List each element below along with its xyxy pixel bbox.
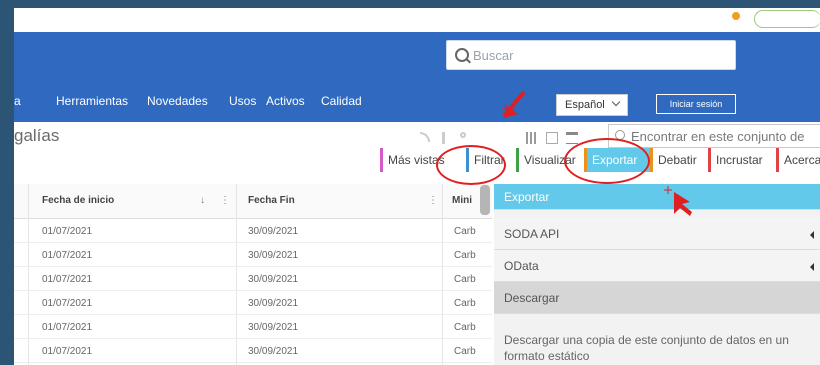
soda-api-item[interactable]: SODA API <box>494 218 820 250</box>
cell-start: 01/07/2021 <box>42 274 93 285</box>
cell-mini: Carb <box>454 298 476 309</box>
odata-item[interactable]: OData <box>494 250 820 282</box>
top-strip <box>14 8 820 33</box>
tab-incrustar[interactable]: Incrustar <box>708 148 776 172</box>
annotation-cursor-icon <box>502 90 526 118</box>
nav-item-calidad[interactable]: Calidad <box>321 94 362 108</box>
cell-end: 30/09/2021 <box>248 346 299 357</box>
table-row[interactable]: 01/07/2021 30/09/2021 Carb <box>14 220 492 243</box>
rss-icon[interactable] <box>420 132 430 142</box>
table-scrollbar[interactable] <box>480 185 490 215</box>
cell-start: 01/07/2021 <box>42 322 93 333</box>
card-view-icon[interactable] <box>566 132 578 144</box>
search-icon <box>455 48 469 62</box>
notification-icon[interactable] <box>732 12 740 20</box>
language-select[interactable]: Español <box>556 94 628 116</box>
table-row[interactable]: 01/07/2021 30/09/2021 Carb <box>14 268 492 291</box>
cell-end: 30/09/2021 <box>248 226 299 237</box>
data-table: Fecha de inicio ↓ ⋮ Fecha Fin ⋮ Mini 01/… <box>14 184 492 365</box>
annotation-circle-filtrar <box>436 145 506 185</box>
chevron-left-icon <box>810 263 814 271</box>
table-row[interactable]: 01/07/2021 30/09/2021 Carb <box>14 292 492 315</box>
find-in-dataset-input[interactable]: Encontrar en este conjunto de <box>608 124 820 148</box>
export-panel-title: Exportar <box>494 184 820 210</box>
top-pill <box>754 10 820 28</box>
odata-label: OData <box>504 259 539 273</box>
cell-end: 30/09/2021 <box>248 298 299 309</box>
nav-item-partial[interactable]: a <box>14 94 21 108</box>
cell-mini: Carb <box>454 322 476 333</box>
nav-item-novedades[interactable]: Novedades <box>147 94 208 108</box>
descargar-label: Descargar <box>504 291 560 305</box>
browser-frame: Buscar a Herramientas Novedades Usos Act… <box>14 8 820 365</box>
table-header: Fecha de inicio ↓ ⋮ Fecha Fin ⋮ Mini <box>14 184 492 219</box>
cell-mini: Carb <box>454 346 476 357</box>
column-header-fecha-fin[interactable]: Fecha Fin <box>248 195 295 206</box>
nav-item-usos[interactable]: Usos <box>229 94 256 108</box>
cell-end: 30/09/2021 <box>248 250 299 261</box>
list-view-icon[interactable] <box>546 132 558 144</box>
cell-start: 01/07/2021 <box>42 346 93 357</box>
grid-view-icon[interactable] <box>526 132 538 144</box>
search-placeholder: Buscar <box>473 48 514 63</box>
column-header-fecha-inicio[interactable]: Fecha de inicio <box>42 195 114 206</box>
cell-mini: Carb <box>454 274 476 285</box>
cell-end: 30/09/2021 <box>248 322 299 333</box>
cell-end: 30/09/2021 <box>248 274 299 285</box>
table-row[interactable]: 01/07/2021 30/09/2021 Carb <box>14 316 492 339</box>
export-panel: Exportar SODA API OData Descargar Descar… <box>494 184 820 365</box>
download-description: Descargar una copia de este conjunto de … <box>504 333 789 363</box>
page-title: galías <box>14 126 60 145</box>
login-button[interactable]: Iniciar sesión <box>656 94 736 114</box>
cell-mini: Carb <box>454 250 476 261</box>
column-menu-icon[interactable]: ⋮ <box>220 195 230 206</box>
chevron-left-icon <box>810 231 814 239</box>
column-header-mini[interactable]: Mini <box>452 195 472 206</box>
language-label: Español <box>565 99 605 111</box>
find-placeholder: Encontrar en este conjunto de <box>631 129 805 144</box>
table-row[interactable]: 01/07/2021 30/09/2021 Carb <box>14 244 492 267</box>
table-row[interactable]: 01/07/2021 30/09/2021 Carb <box>14 340 492 363</box>
sort-icon[interactable]: ↓ <box>200 195 205 206</box>
tab-acerca-de[interactable]: Acerca de <box>776 148 820 172</box>
cell-start: 01/07/2021 <box>42 226 93 237</box>
cell-start: 01/07/2021 <box>42 298 93 309</box>
nav-item-activos[interactable]: Activos <box>266 94 305 108</box>
cell-start: 01/07/2021 <box>42 250 93 261</box>
nav-item-herramientas[interactable]: Herramientas <box>56 94 128 108</box>
column-menu-icon[interactable]: ⋮ <box>428 195 438 206</box>
descargar-item[interactable]: Descargar <box>494 282 820 314</box>
search-input[interactable]: Buscar <box>446 40 736 70</box>
soda-api-label: SODA API <box>504 227 560 241</box>
annotation-cursor-icon <box>664 186 692 216</box>
cell-mini: Carb <box>454 226 476 237</box>
chevron-down-icon <box>611 97 621 107</box>
tab-debatir[interactable]: Debatir <box>650 148 708 172</box>
more-icon[interactable] <box>460 132 466 138</box>
share-icon[interactable] <box>442 132 445 144</box>
annotation-circle-exportar <box>564 138 650 184</box>
site-header: Buscar a Herramientas Novedades Usos Act… <box>14 32 820 122</box>
